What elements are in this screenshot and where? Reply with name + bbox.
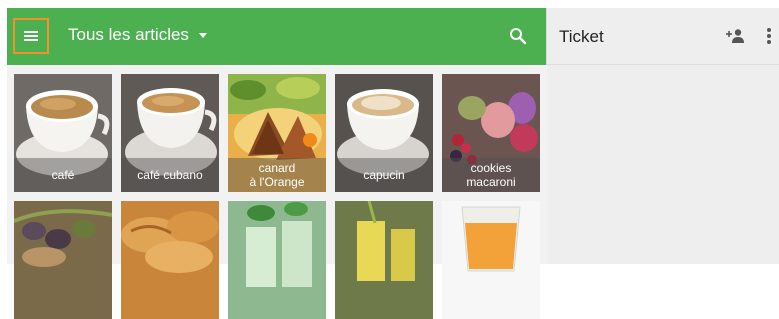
category-label: Tous les articles xyxy=(68,25,189,44)
item-tile[interactable]: café cubano xyxy=(121,74,219,192)
mojito-image xyxy=(228,201,326,319)
add-person-icon[interactable] xyxy=(725,28,745,44)
more-vertical-icon[interactable] xyxy=(766,28,772,46)
items-grid: café café cubano canard à l'Orange capuc… xyxy=(7,65,547,319)
menu-icon xyxy=(24,31,38,41)
category-dropdown[interactable]: Tous les articles xyxy=(68,25,207,45)
item-tile[interactable]: cookies macaroni xyxy=(442,74,540,192)
item-tile[interactable] xyxy=(14,201,112,319)
items-app-bar: Tous les articles xyxy=(7,8,547,65)
item-label: canard à l'Orange xyxy=(228,158,326,192)
item-tile[interactable] xyxy=(121,201,219,319)
ticket-app-bar: Ticket xyxy=(547,8,779,65)
item-tile[interactable] xyxy=(442,201,540,319)
item-tile[interactable] xyxy=(228,201,326,319)
orange-juice-image xyxy=(442,201,540,319)
search-icon[interactable] xyxy=(509,27,527,45)
item-tile[interactable] xyxy=(335,201,433,319)
item-label: cookies macaroni xyxy=(442,158,540,192)
ticket-panel xyxy=(547,65,779,264)
item-label: café xyxy=(14,158,112,192)
item-tile[interactable]: canard à l'Orange xyxy=(228,74,326,192)
pos-app: Tous les articles Ticket café café cuban… xyxy=(7,8,779,319)
ticket-title: Ticket xyxy=(559,27,604,46)
menu-button[interactable] xyxy=(13,18,49,54)
olives-image xyxy=(14,201,112,319)
lemonade-image xyxy=(335,201,433,319)
item-tile[interactable]: café xyxy=(14,74,112,192)
chevron-down-icon xyxy=(198,32,207,38)
item-label: café cubano xyxy=(121,158,219,192)
croissant-image xyxy=(121,201,219,319)
item-label: capucin xyxy=(335,158,433,192)
item-tile[interactable]: capucin xyxy=(335,74,433,192)
